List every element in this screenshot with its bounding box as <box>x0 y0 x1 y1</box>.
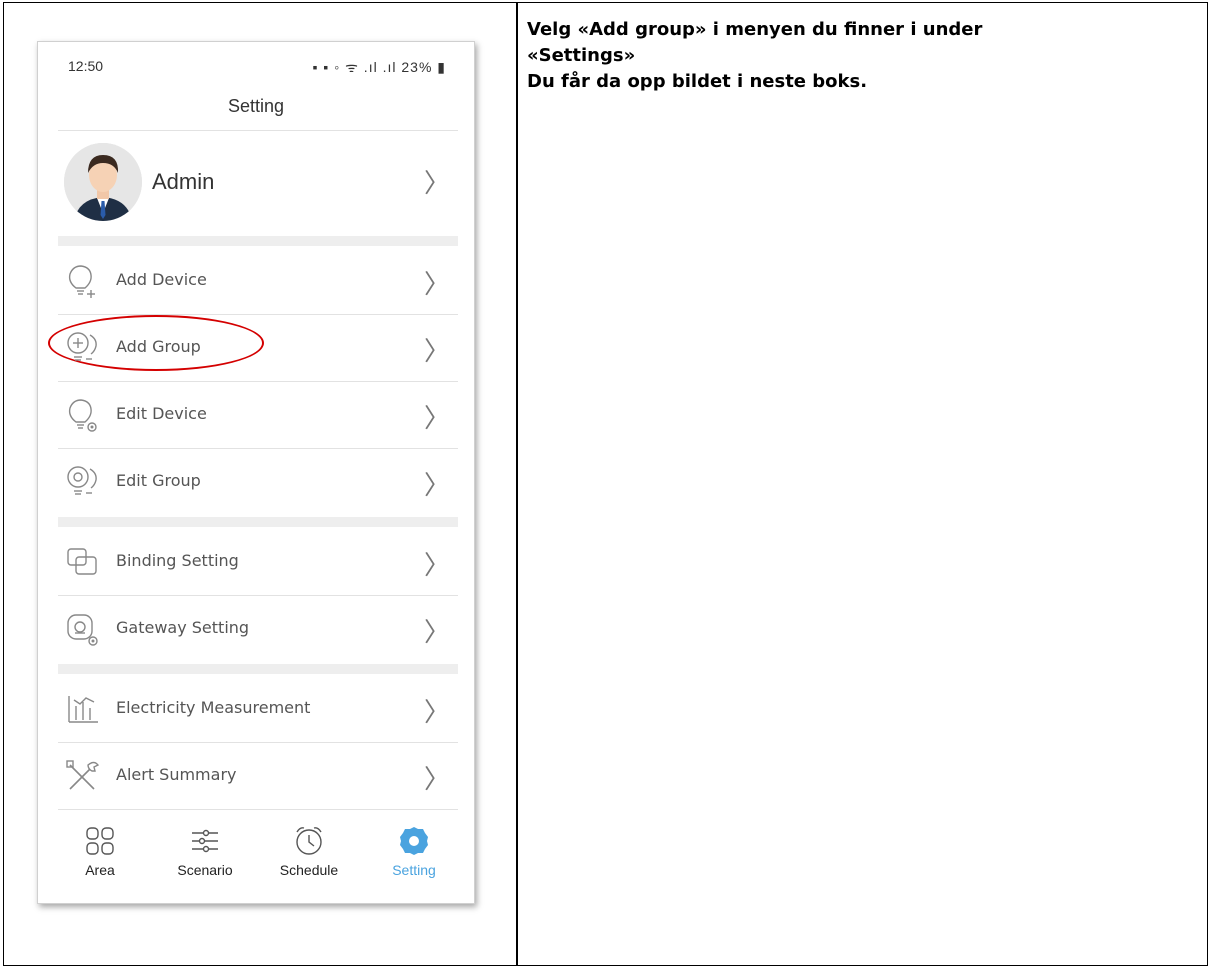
avatar <box>64 143 142 221</box>
chart-icon <box>68 696 98 723</box>
profile-row[interactable]: Admin 〉 <box>58 131 458 235</box>
menu-item-binding-setting[interactable]: Binding Setting 〉 <box>58 529 458 595</box>
menu-item-label: Gateway Setting <box>116 618 250 637</box>
menu-item-alert-summary[interactable]: Alert Summary 〉 <box>58 743 458 809</box>
chevron-right-icon: 〉 <box>423 765 450 795</box>
group-gear-icon <box>67 466 97 495</box>
menu-item-electricity-measurement[interactable]: Electricity Measurement 〉 <box>58 676 458 742</box>
status-time: 12:50 <box>68 58 104 74</box>
tab-area[interactable]: Area <box>60 824 140 878</box>
phone-screenshot: 12:50 ▪ ▪ ◦ ᯤ .ıl .ıl 23% ▮ Setting Admi… <box>37 41 475 904</box>
gateway-icon <box>67 614 98 646</box>
status-bar: 12:50 ▪ ▪ ◦ ᯤ .ıl .ıl 23% ▮ <box>38 42 474 94</box>
chevron-right-icon: 〉 <box>423 618 450 648</box>
chevron-right-icon: 〉 <box>423 404 450 434</box>
binding-icon <box>67 548 97 575</box>
menu-item-label: Edit Group <box>116 471 201 490</box>
instruction-line-1: Velg «Add group» i menyen du finner i un… <box>527 19 983 40</box>
menu-item-label: Add Device <box>116 270 207 289</box>
menu-item-label: Binding Setting <box>116 551 239 570</box>
signal-icon: ▪ ▪ ◦ ᯤ .ıl .ıl <box>312 59 402 75</box>
bulb-plus-icon <box>68 265 95 298</box>
tab-label: Setting <box>392 862 436 878</box>
section-separator <box>58 236 458 246</box>
tools-icon <box>66 760 100 790</box>
chevron-right-icon: 〉 <box>423 270 450 300</box>
section-separator <box>58 517 458 527</box>
menu-item-label: Edit Device <box>116 404 207 423</box>
menu-item-label: Electricity Measurement <box>116 698 311 717</box>
tab-label: Schedule <box>279 862 339 878</box>
instruction-line-2: «Settings» <box>527 45 636 66</box>
gear-icon <box>400 827 428 855</box>
tab-setting[interactable]: Setting <box>374 824 454 878</box>
divider <box>58 809 458 810</box>
tab-scenario[interactable]: Scenario <box>165 824 245 878</box>
menu-item-label: Alert Summary <box>116 765 237 784</box>
tab-label: Scenario <box>177 862 233 878</box>
battery-percent: 23% <box>401 59 433 75</box>
bulb-gear-icon <box>68 399 97 432</box>
menu-item-label: Add Group <box>116 337 201 356</box>
sliders-icon <box>192 829 218 853</box>
section-separator <box>58 664 458 674</box>
status-icons: ▪ ▪ ◦ ᯤ .ıl .ıl 23% ▮ <box>313 58 446 77</box>
document-table: Velg «Add group» i menyen du finner i un… <box>3 2 1208 966</box>
table-divider <box>516 3 518 965</box>
chevron-right-icon: 〉 <box>423 337 450 367</box>
chevron-right-icon: 〉 <box>423 551 450 581</box>
avatar-icon <box>64 143 142 221</box>
bottom-tab-bar: Area Scenario Schedule Setting <box>38 812 474 902</box>
grid-icon <box>86 827 114 855</box>
tab-label: Area <box>85 862 115 878</box>
chevron-right-icon: 〉 <box>423 169 450 199</box>
menu-item-edit-device[interactable]: Edit Device 〉 <box>58 382 458 448</box>
menu-item-add-device[interactable]: Add Device 〉 <box>58 248 458 314</box>
battery-icon: ▮ <box>432 59 446 75</box>
chevron-right-icon: 〉 <box>423 471 450 501</box>
instruction-text: Velg «Add group» i menyen du finner i un… <box>527 17 1187 95</box>
tab-schedule[interactable]: Schedule <box>269 824 349 878</box>
instruction-line-3: Du får da opp bildet i neste boks. <box>527 71 868 92</box>
group-plus-icon <box>67 332 97 361</box>
menu-item-add-group[interactable]: Add Group 〉 <box>48 315 458 381</box>
chevron-right-icon: 〉 <box>423 698 450 728</box>
profile-name: Admin <box>152 169 215 194</box>
alarm-clock-icon <box>296 827 322 855</box>
menu-item-edit-group[interactable]: Edit Group 〉 <box>58 449 458 515</box>
screen-title: Setting <box>227 96 285 116</box>
menu-item-gateway-setting[interactable]: Gateway Setting 〉 <box>58 596 458 662</box>
